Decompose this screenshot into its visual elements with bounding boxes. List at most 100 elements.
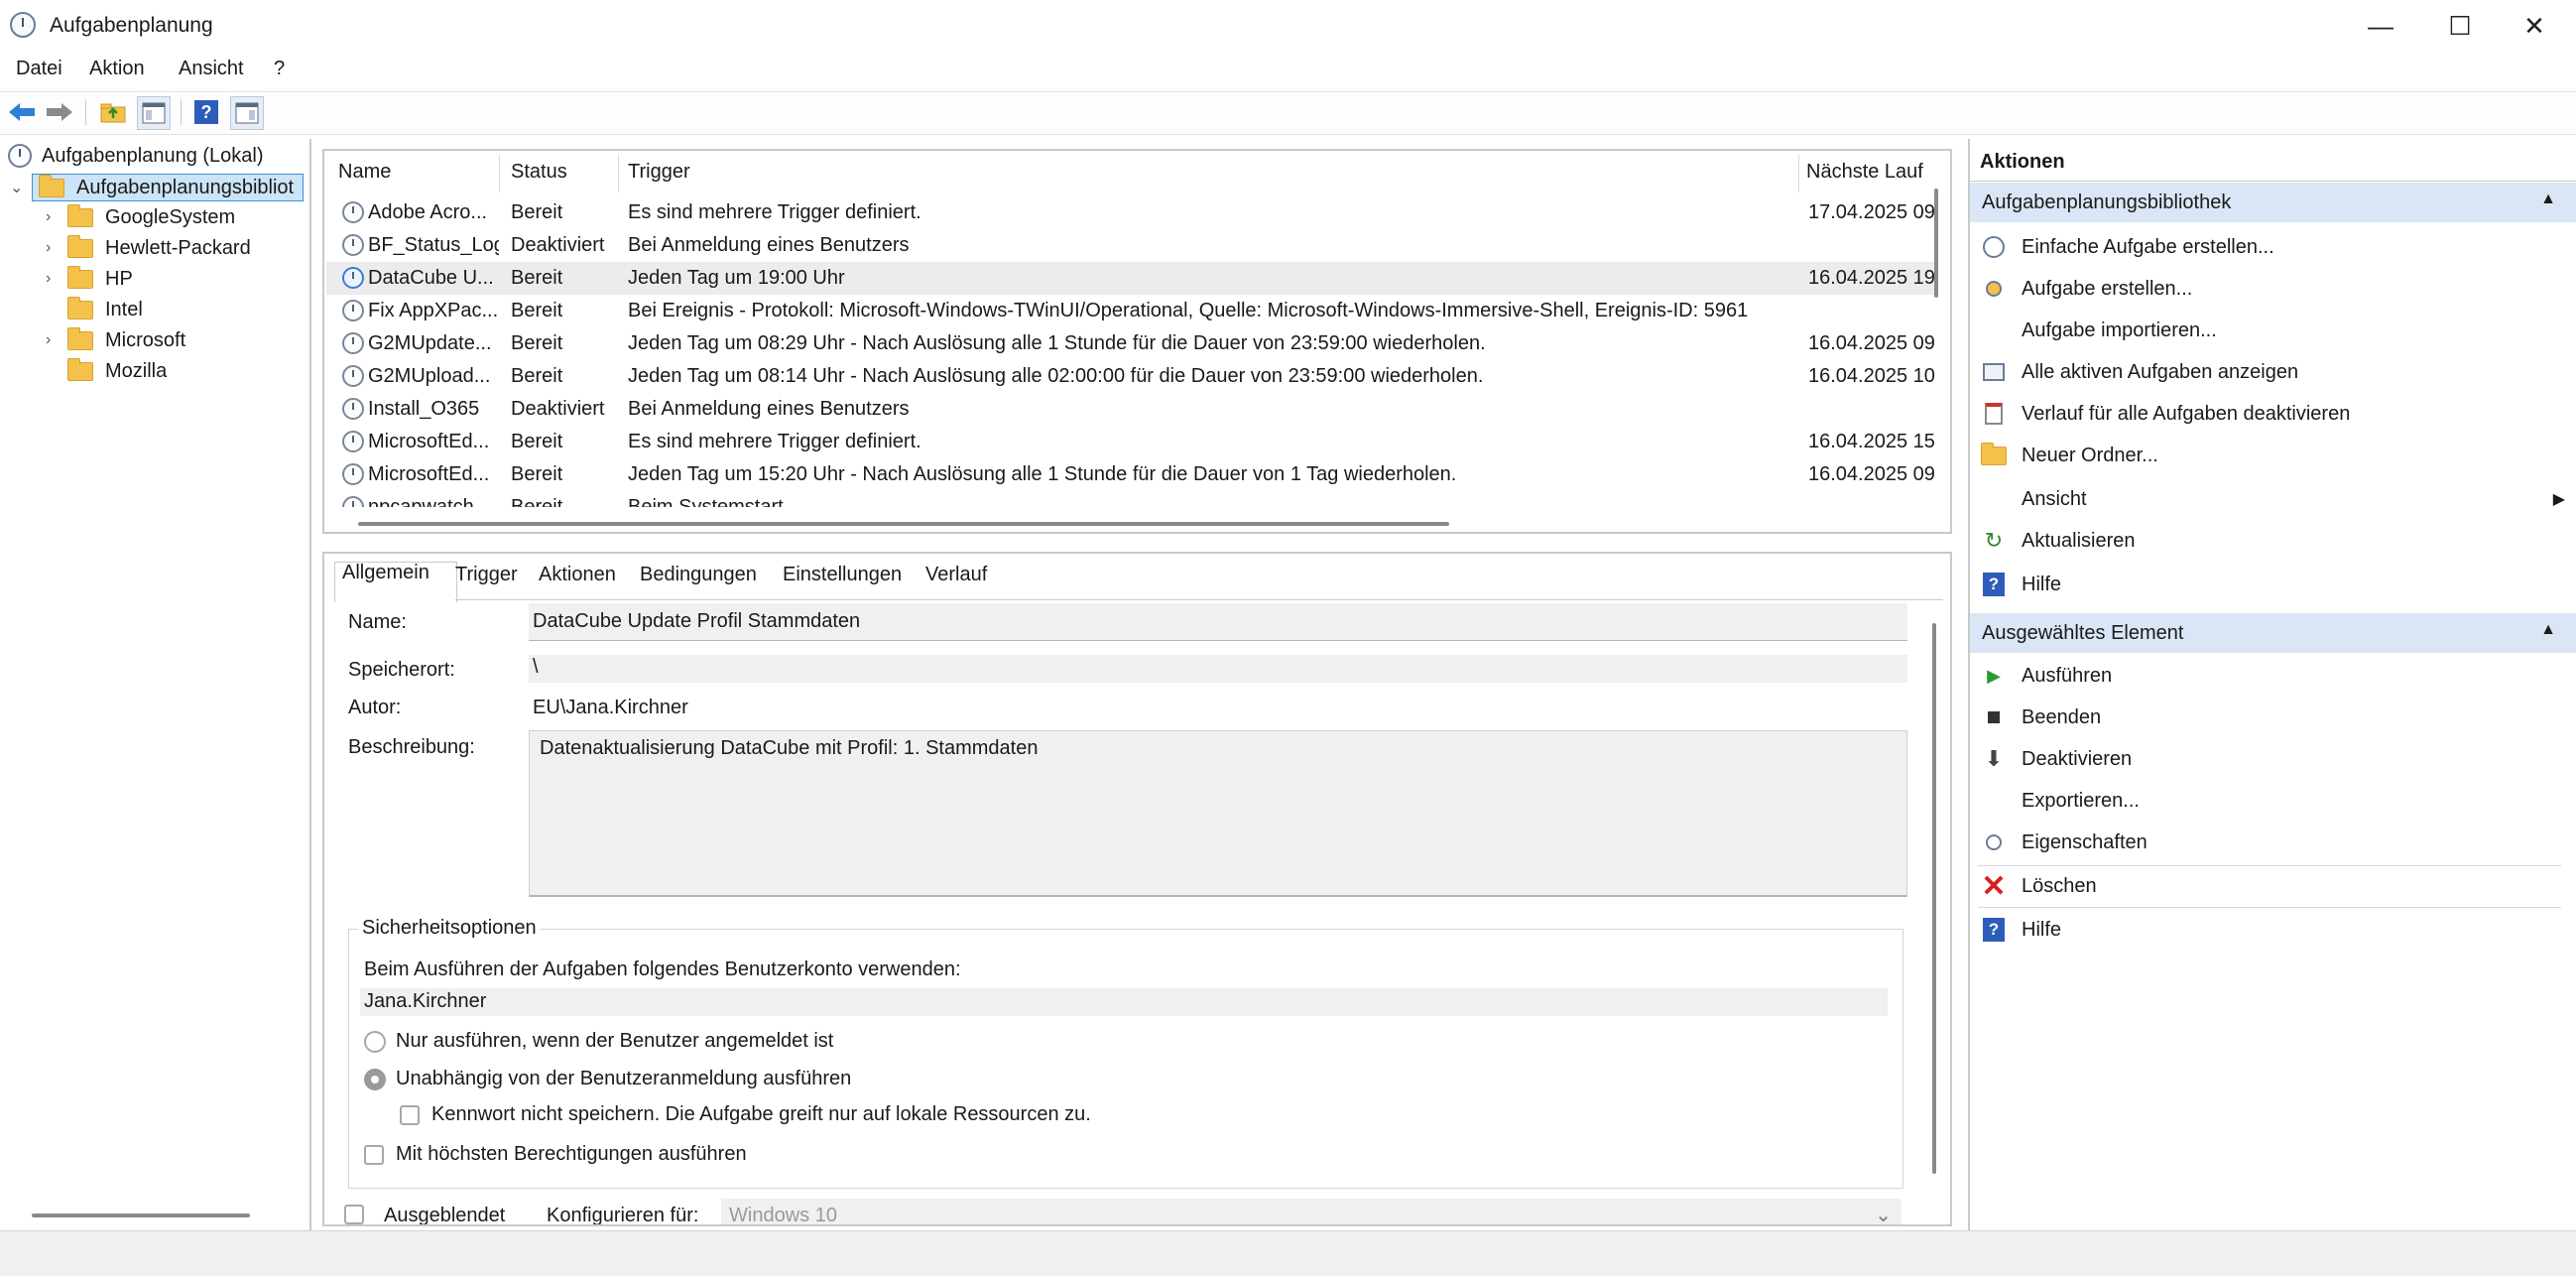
column-divider[interactable] [1798, 155, 1799, 192]
show-hide-action-pane-button[interactable] [230, 96, 264, 130]
action-delete[interactable]: ✕ Löschen [1970, 865, 2565, 907]
column-header-next-run[interactable]: Nächste Lauf [1806, 161, 1935, 184]
action-help-library[interactable]: ? Hilfe [1970, 564, 2565, 605]
task-row[interactable]: G2MUpdate... Bereit Jeden Tag um 08:29 U… [326, 327, 1938, 360]
action-help-selected[interactable]: ? Hilfe [1970, 909, 2565, 951]
collapse-up-icon[interactable]: ▲ [2540, 191, 2556, 208]
radio-run-independent[interactable] [364, 1069, 386, 1090]
menu-aktion[interactable]: Aktion [89, 58, 145, 80]
checkbox-no-password[interactable] [400, 1105, 420, 1125]
tab-einstellungen[interactable]: Einstellungen [781, 564, 904, 599]
tree-item-hp[interactable]: › HP [46, 264, 133, 294]
configure-for-dropdown[interactable]: Windows 10 ⌄ [721, 1199, 1901, 1224]
task-row[interactable]: Fix AppXPac... Bereit Bei Ereignis - Pro… [326, 295, 1938, 327]
tree-item-mozilla[interactable]: Mozilla [46, 356, 167, 386]
forward-button[interactable] [44, 96, 75, 128]
task-row[interactable]: MicrosoftEd... Bereit Es sind mehrere Tr… [326, 426, 1938, 458]
action-create-basic-task[interactable]: Einfache Aufgabe erstellen... [1970, 226, 2565, 268]
action-new-folder[interactable]: Neuer Ordner... [1970, 435, 2565, 476]
tree-item-intel[interactable]: Intel [46, 295, 143, 324]
task-name: G2MUpdate... [368, 332, 492, 354]
action-view[interactable]: Ansicht ▶ [1970, 478, 2565, 520]
task-row[interactable]: npcapwatch... Bereit Beim Systemstart [326, 491, 1938, 507]
tree-horizontal-scrollbar[interactable] [32, 1213, 250, 1217]
security-options-title: Sicherheitsoptionen [358, 917, 541, 940]
column-header-status[interactable]: Status [511, 161, 567, 184]
section-library[interactable]: Aufgabenplanungsbibliothek ▲ [1970, 183, 2576, 222]
tab-trigger[interactable]: Trigger [453, 564, 520, 599]
chevron-down-icon[interactable]: ⌄ [10, 178, 26, 197]
action-disable-history[interactable]: Verlauf für alle Aufgaben deaktivieren [1970, 393, 2565, 435]
chevron-right-icon[interactable]: › [46, 331, 61, 349]
task-name: Adobe Acro... [368, 201, 488, 223]
status-bar [0, 1230, 2576, 1276]
author-label: Autor: [348, 697, 402, 718]
task-row[interactable]: Adobe Acro... Bereit Es sind mehrere Tri… [326, 196, 1938, 229]
task-row[interactable]: G2MUpload... Bereit Jeden Tag um 08:14 U… [326, 360, 1938, 393]
maximize-button[interactable]: ☐ [2425, 6, 2495, 46]
task-list-vertical-scrollbar[interactable] [1934, 189, 1938, 298]
help-toolbar-button[interactable]: ? [190, 96, 222, 128]
task-status: Bereit [511, 463, 563, 485]
menu-ansicht[interactable]: Ansicht [179, 58, 244, 80]
action-export[interactable]: Exportieren... [1970, 780, 2565, 822]
tab-allgemein[interactable]: Allgemein [340, 562, 431, 597]
action-properties[interactable]: Eigenschaften [1970, 822, 2565, 863]
tab-bedingungen[interactable]: Bedingungen [638, 564, 759, 599]
task-row[interactable]: Install_O365 Deaktiviert Bei Anmeldung e… [326, 393, 1938, 426]
action-run[interactable]: ▶ Ausführen [1970, 655, 2565, 697]
task-row[interactable]: BF_Status_Log Deaktiviert Bei Anmeldung … [326, 229, 1938, 262]
checkbox-hidden[interactable] [344, 1205, 364, 1224]
action-refresh[interactable]: ↻ Aktualisieren [1970, 520, 2565, 562]
tree-item-hewlett-packard[interactable]: › Hewlett-Packard [46, 233, 251, 263]
menu-datei[interactable]: Datei [16, 58, 62, 80]
column-header-name[interactable]: Name [338, 161, 391, 184]
tree-item-googlesystem[interactable]: › GoogleSystem [46, 202, 235, 232]
action-disable[interactable]: ⬇ Deaktivieren [1970, 738, 2565, 780]
tree-root[interactable]: Aufgabenplanung (Lokal) [8, 141, 264, 171]
checkbox-highest-privileges[interactable] [364, 1145, 384, 1165]
task-scheduler-app-icon [10, 12, 36, 38]
checkbox-highest-privileges-label: Mit höchsten Berechtigungen ausführen [396, 1143, 747, 1165]
tree-item-library[interactable]: ⌄ Aufgabenplanungsbibliot [10, 173, 307, 202]
action-label: Aufgabe importieren... [2022, 319, 2217, 341]
menu-help[interactable]: ? [274, 58, 285, 80]
tab-strip-border [455, 599, 1943, 600]
chevron-right-icon[interactable]: › [46, 270, 61, 288]
close-button[interactable]: ✕ [2500, 6, 2569, 46]
action-show-running-tasks[interactable]: Alle aktiven Aufgaben anzeigen [1970, 351, 2565, 393]
show-hide-console-tree-button[interactable] [137, 96, 171, 130]
tab-verlauf[interactable]: Verlauf [923, 564, 989, 599]
column-divider[interactable] [499, 155, 500, 192]
section-selected-item[interactable]: Ausgewähltes Element ▲ [1970, 613, 2576, 653]
chevron-right-icon[interactable]: › [46, 208, 61, 226]
name-field[interactable]: DataCube Update Profil Stammdaten [529, 603, 1907, 641]
column-divider[interactable] [618, 155, 619, 192]
task-row[interactable]: MicrosoftEd... Bereit Jeden Tag um 15:20… [326, 458, 1938, 491]
action-import-task[interactable]: Aufgabe importieren... [1970, 310, 2565, 351]
location-field[interactable]: \ [529, 655, 1907, 683]
action-create-task[interactable]: Aufgabe erstellen... [1970, 268, 2565, 310]
help-icon: ? [1980, 571, 2008, 598]
radio-run-logged-on[interactable] [364, 1031, 386, 1053]
action-label: Hilfe [2022, 573, 2062, 595]
collapse-up-icon[interactable]: ▲ [2540, 621, 2556, 639]
action-end[interactable]: Beenden [1970, 697, 2565, 738]
history-icon [1980, 400, 2008, 428]
security-user-field: Jana.Kirchner [360, 988, 1888, 1016]
chevron-right-icon[interactable]: › [46, 239, 61, 257]
back-button[interactable] [6, 96, 38, 128]
tree-item-microsoft[interactable]: › Microsoft [46, 325, 185, 355]
details-vertical-scrollbar[interactable] [1932, 623, 1936, 1174]
column-header-trigger[interactable]: Trigger [628, 161, 690, 184]
location-label: Speicherort: [348, 659, 455, 681]
description-field[interactable]: Datenaktualisierung DataCube mit Profil:… [529, 730, 1907, 897]
folder-icon [67, 234, 93, 258]
task-list-horizontal-scrollbar[interactable] [358, 522, 1449, 526]
up-folder-button[interactable] [97, 96, 129, 128]
task-row-selected[interactable]: DataCube U... Bereit Jeden Tag um 19:00 … [326, 262, 1938, 295]
toolbar-separator [181, 99, 182, 125]
minimize-button[interactable]: — [2346, 6, 2415, 46]
task-next-run: 16.04.2025 15 [1808, 431, 1935, 452]
tab-aktionen[interactable]: Aktionen [537, 564, 618, 599]
